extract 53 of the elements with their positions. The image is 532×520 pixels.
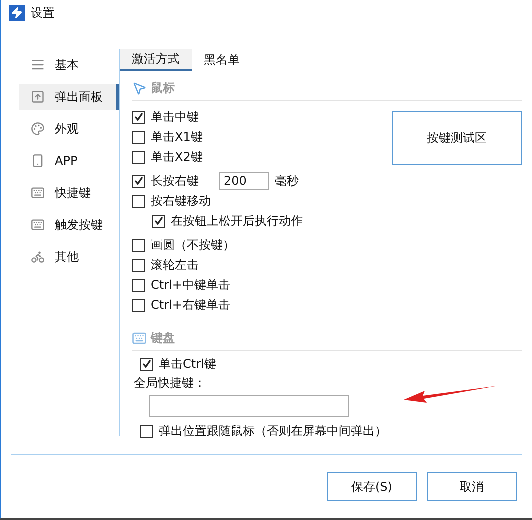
dialog-button[interactable]: 取消 [427,472,517,501]
sidebar-item[interactable]: 触发按键 [19,212,119,238]
keyboard-icon [31,218,45,232]
window-title: 设置 [31,5,55,22]
checkbox[interactable] [132,298,145,312]
bicycle-icon [31,250,45,264]
option-label: 滚轮左击 [151,257,199,274]
tab[interactable]: 黑名单 [192,49,252,71]
checkbox[interactable] [132,110,145,124]
checkbox[interactable] [140,358,153,370]
option-label: 单击X2键 [151,149,203,166]
checkbox[interactable] [132,150,145,164]
sidebar-item[interactable]: 基本 [19,52,119,78]
duration-field[interactable]: 200 [219,172,269,190]
option-label: 长按右键 [151,173,199,190]
app-icon [9,5,25,21]
cursor-icon [132,80,147,96]
sidebar-item[interactable]: 弹出面板 [19,84,119,110]
option-label: Ctrl+右键单击 [151,297,230,314]
checkbox[interactable] [132,174,145,188]
dialog-button[interactable]: 保存(S) [327,472,417,501]
sidebar-item[interactable]: 其他 [19,244,119,270]
field-label: 全局快捷键： [134,375,207,392]
upload-icon [31,90,45,104]
checkbox[interactable] [132,258,145,272]
sidebar-item[interactable]: 快捷键 [19,180,119,206]
section-heading: 键盘 [151,330,175,347]
option-label: 单击中键 [151,109,199,126]
hotkey-field[interactable] [149,395,349,417]
checkbox[interactable] [132,194,145,208]
checkbox[interactable] [132,238,145,252]
checkbox[interactable] [132,278,145,292]
palette-icon [31,122,45,136]
keyboard-icon [132,330,147,346]
phone-icon [31,154,45,168]
sidebar-item[interactable]: 外观 [19,116,119,142]
section-heading: 鼠标 [151,80,175,97]
checkbox[interactable] [132,130,145,144]
unit-label: 毫秒 [275,173,299,190]
list-icon [31,58,45,72]
option-label: Ctrl+中键单击 [151,277,230,294]
sidebar-item[interactable]: APP [19,148,119,174]
option-label: 弹出位置跟随鼠标（否则在屏幕中间弹出） [159,423,387,440]
option-label: 在按钮上松开后执行动作 [171,213,303,230]
keyboard-icon [31,186,45,200]
tab[interactable]: 激活方式 [120,49,192,71]
test-area[interactable]: 按键测试区 [392,111,522,165]
option-label: 单击X1键 [151,129,203,146]
checkbox[interactable] [140,424,153,438]
checkbox[interactable] [152,214,165,228]
option-label: 单击Ctrl键 [159,356,216,373]
option-label: 画圆（不按键） [151,237,235,254]
option-label: 按右键移动 [151,193,211,210]
